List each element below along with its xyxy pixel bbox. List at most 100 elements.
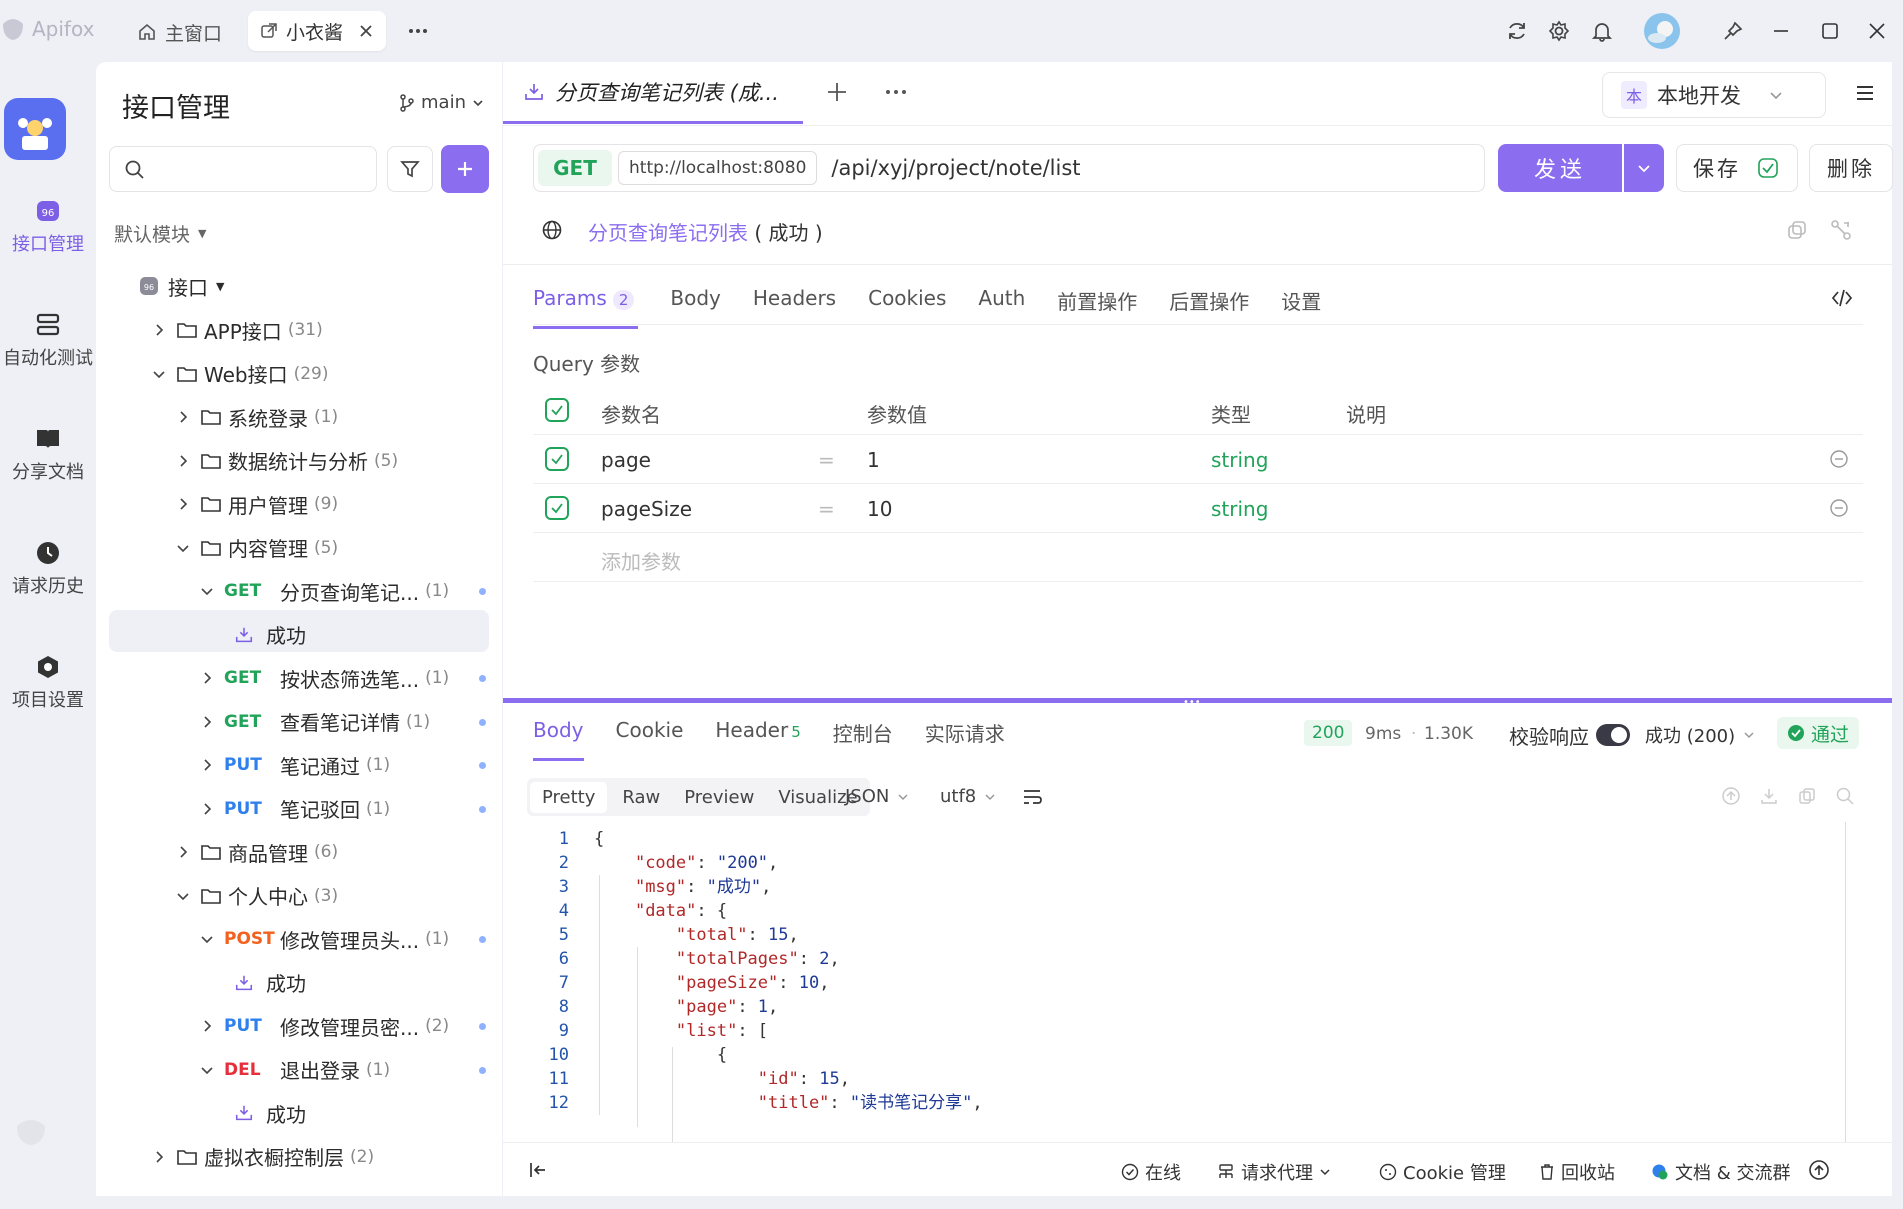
sidebar-search-input[interactable] xyxy=(109,146,377,192)
collapse-sidebar-icon[interactable] xyxy=(527,1159,549,1181)
tree-case[interactable]: 成功 xyxy=(234,615,306,655)
add-param-placeholder[interactable]: 添加参数 xyxy=(601,546,681,575)
tab-post-processors[interactable]: 后置操作 xyxy=(1169,282,1249,329)
tree-case[interactable]: 成功 xyxy=(234,1093,306,1133)
code-scrollbar[interactable] xyxy=(1845,822,1846,1182)
tree-api-endpoint[interactable]: DEL 退出登录 (1) xyxy=(200,1050,390,1090)
cookie-management[interactable]: Cookie 管理 xyxy=(1379,1159,1506,1185)
docs-community[interactable]: 文档 & 交流群 xyxy=(1651,1159,1790,1185)
param-value[interactable]: 1 xyxy=(867,448,880,472)
environment-selector[interactable]: 本 本地开发 xyxy=(1602,72,1826,118)
tree-folder[interactable]: Web接口 (29) xyxy=(152,354,329,394)
settings-gear-icon[interactable] xyxy=(1542,14,1576,48)
param-checkbox[interactable] xyxy=(545,447,569,471)
pin-icon[interactable] xyxy=(1716,14,1750,48)
format-raw[interactable]: Raw xyxy=(610,782,672,813)
tree-root[interactable]: 96 接口 ▼ xyxy=(138,266,224,306)
nav-automation-test[interactable]: 自动化测试 xyxy=(0,312,96,370)
tab-cookies[interactable]: Cookies xyxy=(868,282,946,329)
delete-button[interactable]: 删除 xyxy=(1809,144,1893,192)
url-path-input[interactable]: /api/xyj/project/note/list xyxy=(831,156,1080,180)
tree-api-endpoint[interactable]: PUT 笔记通过 (1) xyxy=(200,745,390,785)
add-param-row[interactable]: 添加参数 xyxy=(533,533,1863,582)
resp-tab-cookie[interactable]: Cookie xyxy=(616,718,684,761)
tree-api-endpoint[interactable]: PUT 笔记驳回 (1) xyxy=(200,789,390,829)
url-bar[interactable]: GET http://localhost:8080 /api/xyj/proje… xyxy=(533,144,1485,192)
tree-folder[interactable]: 内容管理 (5) xyxy=(176,528,338,568)
param-checkbox[interactable] xyxy=(545,496,569,520)
tree-case[interactable]: 成功 xyxy=(234,963,306,1003)
nav-share-docs[interactable]: 分享文档 xyxy=(0,426,96,484)
tree-folder[interactable]: 数据统计与分析 (5) xyxy=(176,441,398,481)
online-status[interactable]: 在线 xyxy=(1121,1159,1181,1185)
bell-icon[interactable] xyxy=(1585,14,1619,48)
param-name[interactable]: pageSize xyxy=(601,497,692,521)
copy-icon[interactable] xyxy=(1785,218,1809,242)
save-button[interactable]: 保存 xyxy=(1676,144,1798,192)
project-avatar[interactable] xyxy=(4,98,66,160)
validate-toggle[interactable] xyxy=(1596,724,1630,746)
param-type[interactable]: string xyxy=(1211,448,1268,472)
format-pretty[interactable]: Pretty xyxy=(530,781,608,813)
add-button[interactable] xyxy=(441,145,489,193)
tab-project[interactable]: 小衣酱 xyxy=(248,11,386,51)
minimize-icon[interactable] xyxy=(1764,14,1798,48)
resp-tab-console[interactable]: 控制台 xyxy=(833,718,893,761)
nav-request-history[interactable]: 请求历史 xyxy=(0,540,96,598)
send-button[interactable]: 发送 xyxy=(1498,144,1622,192)
copy-icon[interactable] xyxy=(1797,786,1817,806)
tab-auth[interactable]: Auth xyxy=(978,282,1025,329)
menu-icon[interactable] xyxy=(1854,82,1876,104)
nav-api-management[interactable]: 96 接口管理 xyxy=(0,198,96,256)
tree-api-endpoint[interactable]: GET 查看笔记详情 (1) xyxy=(200,702,430,742)
validate-result-selector[interactable]: 成功 (200) xyxy=(1645,722,1755,748)
user-avatar[interactable] xyxy=(1643,12,1681,50)
resp-tab-actual-request[interactable]: 实际请求 xyxy=(925,718,1005,761)
encoding-selector[interactable]: utf8 xyxy=(940,786,996,807)
remove-param-icon[interactable] xyxy=(1829,449,1849,469)
close-window-icon[interactable] xyxy=(1860,14,1894,48)
upload-icon[interactable] xyxy=(1721,786,1741,806)
code-icon[interactable] xyxy=(1830,286,1854,310)
more-icon[interactable] xyxy=(883,82,909,102)
more-tabs-icon[interactable] xyxy=(406,20,430,42)
new-tab-icon[interactable] xyxy=(825,80,849,104)
link-icon[interactable] xyxy=(1829,218,1853,242)
search-icon[interactable] xyxy=(1835,786,1855,806)
language-selector[interactable]: JSON xyxy=(845,786,909,807)
param-name[interactable]: page xyxy=(601,448,651,472)
tree-folder[interactable]: 虚拟衣橱控制层 (2) xyxy=(152,1137,374,1177)
select-all-checkbox[interactable] xyxy=(545,398,569,422)
tree-api-endpoint[interactable]: POST 修改管理员头... (1) xyxy=(200,919,449,959)
tab-pre-processors[interactable]: 前置操作 xyxy=(1057,282,1137,329)
send-dropdown[interactable] xyxy=(1624,144,1664,192)
filter-button[interactable] xyxy=(387,146,433,192)
param-type[interactable]: string xyxy=(1211,497,1268,521)
tab-params[interactable]: Params 2 xyxy=(533,282,639,329)
tree-folder[interactable]: 用户管理 (9) xyxy=(176,484,338,524)
request-tab[interactable]: 分页查询笔记列表 (成... xyxy=(503,62,803,124)
tab-headers[interactable]: Headers xyxy=(753,282,836,329)
request-proxy[interactable]: 请求代理 xyxy=(1217,1159,1331,1185)
branch-selector[interactable]: main xyxy=(399,92,484,113)
base-url[interactable]: http://localhost:8080 xyxy=(618,151,818,185)
tree-folder[interactable]: APP接口 (31) xyxy=(152,310,323,350)
response-body-code[interactable]: 1 {2 "code": "200", 3 "msg": "成功", 4 "data"… xyxy=(527,827,1827,1187)
format-preview[interactable]: Preview xyxy=(672,782,766,813)
scroll-top-icon[interactable] xyxy=(1808,1159,1830,1181)
maximize-icon[interactable] xyxy=(1813,14,1847,48)
tree-api-endpoint[interactable]: GET 按状态筛选笔... (1) xyxy=(200,658,449,698)
tab-settings[interactable]: 设置 xyxy=(1281,282,1321,329)
tree-api-endpoint[interactable]: PUT 修改管理员密... (2) xyxy=(200,1006,449,1046)
wrap-lines-icon[interactable] xyxy=(1021,786,1043,808)
refresh-icon[interactable] xyxy=(1500,14,1534,48)
api-name[interactable]: 分页查询笔记列表 ( 成功 ) xyxy=(588,217,823,246)
resp-tab-header[interactable]: Header 5 xyxy=(715,718,800,761)
tab-main-window[interactable]: 主窗口 xyxy=(125,14,234,50)
tree-folder[interactable]: 商品管理 (6) xyxy=(176,832,338,872)
tree-folder[interactable]: 个人中心 (3) xyxy=(176,876,338,916)
recycle-bin[interactable]: 回收站 xyxy=(1539,1159,1615,1185)
tab-body[interactable]: Body xyxy=(670,282,721,329)
remove-param-icon[interactable] xyxy=(1829,498,1849,518)
module-selector[interactable]: 默认模块 ▼ xyxy=(114,220,206,247)
